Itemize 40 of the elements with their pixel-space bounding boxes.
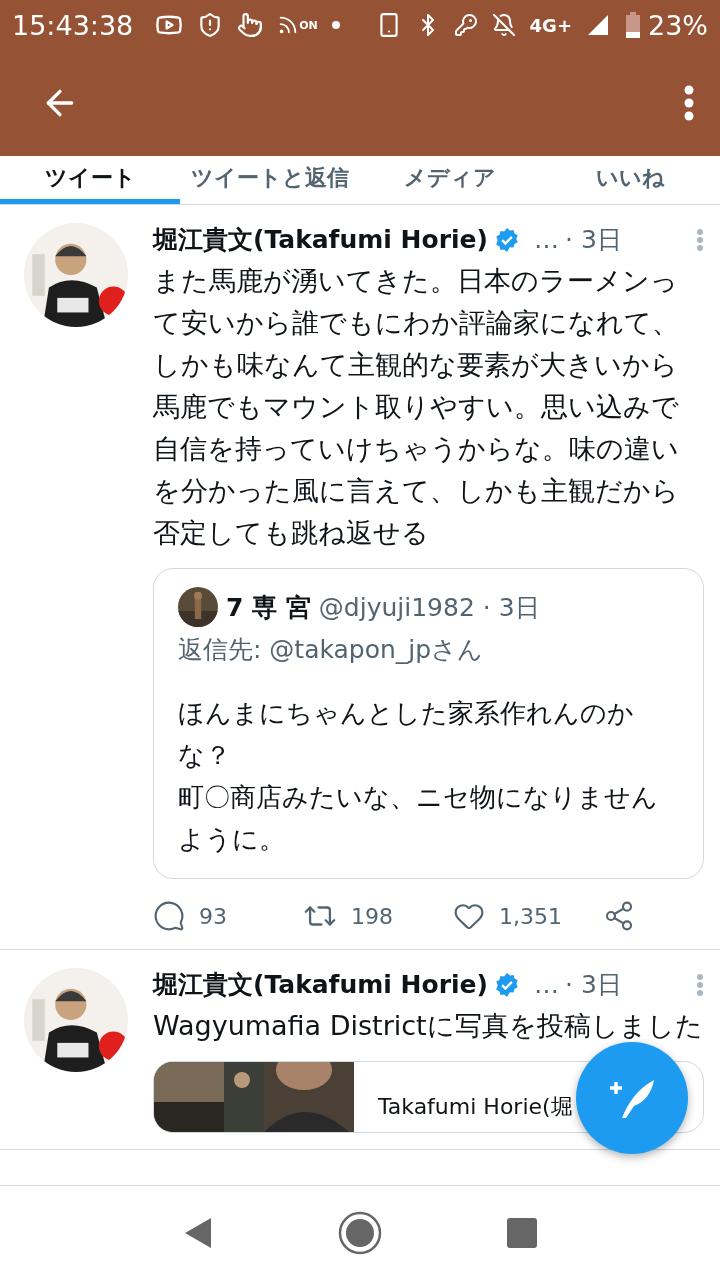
quoted-tweet[interactable]: 7 専 宮 @djyuji1982 · 3日 返信先: @takapon_jpさん ほんまにちゃんとした家系作れんのかな？ 町〇商店みたいな、ニセ物になりませんように。: [153, 568, 704, 879]
author-name[interactable]: 堀江貴文(Takafumi Horie): [153, 223, 488, 256]
verified-badge-icon: [494, 971, 520, 998]
reply-to-text: 返信先: @takapon_jpさん: [178, 634, 485, 666]
speech-bubble-icon: [153, 900, 185, 932]
reply-button[interactable]: 93: [153, 900, 293, 932]
more-icon: [684, 85, 694, 121]
author-name[interactable]: 堀江貴文(Takafumi Horie): [153, 968, 488, 1001]
quoted-handle: @djyuji1982: [318, 592, 475, 622]
tab[interactable]: いいね: [540, 156, 720, 204]
tweet-text: Wagyumafia Districtに写真を投稿しました: [153, 1009, 704, 1043]
dot-icon: [331, 21, 340, 29]
status-time: 15:43:38: [12, 9, 134, 41]
tab[interactable]: ツイートと返信: [180, 156, 360, 204]
battery-percent: 23%: [648, 9, 708, 41]
recents-square-icon[interactable]: [507, 1218, 538, 1248]
tweet-time: · 3日: [565, 224, 622, 256]
card-title: Takafumi Horie(堀: [378, 1093, 573, 1121]
verified-badge-icon: [494, 226, 520, 253]
tab[interactable]: メディア: [360, 156, 540, 204]
ellipsis: …: [534, 970, 559, 999]
battery-icon: [626, 12, 640, 38]
quoted-text: 町〇商店みたいな、ニセ物になりませんように。: [178, 781, 659, 856]
tweet-text: また馬鹿が湧いてきた。日本のラーメンって安いから誰でもにわか評論家になれて、しかも味なんて主観的な要素が大きいから馬鹿でもマウント取りやすい。思い込みで自信を持っていけちゃうからな。味の違いを分かった風に言えて、しかも主観だから否定しても跳ね返せる: [153, 264, 680, 550]
retweet-button[interactable]: 198: [303, 899, 443, 933]
bell-off-icon: [491, 13, 516, 37]
ellipsis: …: [534, 225, 559, 254]
quoted-text: ほんまにちゃんとした家系作れんのかな？: [178, 697, 635, 772]
on-label: ON: [299, 18, 318, 32]
share-icon[interactable]: [603, 900, 635, 932]
quoted-time: · 3日: [482, 591, 540, 624]
network-type: 4G+: [529, 14, 572, 36]
quoted-author-name: 7 専 宮: [226, 591, 311, 624]
compose-tweet-button[interactable]: [576, 1042, 688, 1154]
like-button[interactable]: 1,351: [453, 900, 593, 932]
key-icon: [453, 13, 478, 37]
tab[interactable]: ツイート: [0, 156, 180, 204]
pointing-hand-icon: [237, 12, 264, 38]
home-circle-icon[interactable]: [338, 1211, 382, 1255]
tweet-time: · 3日: [565, 969, 622, 1001]
